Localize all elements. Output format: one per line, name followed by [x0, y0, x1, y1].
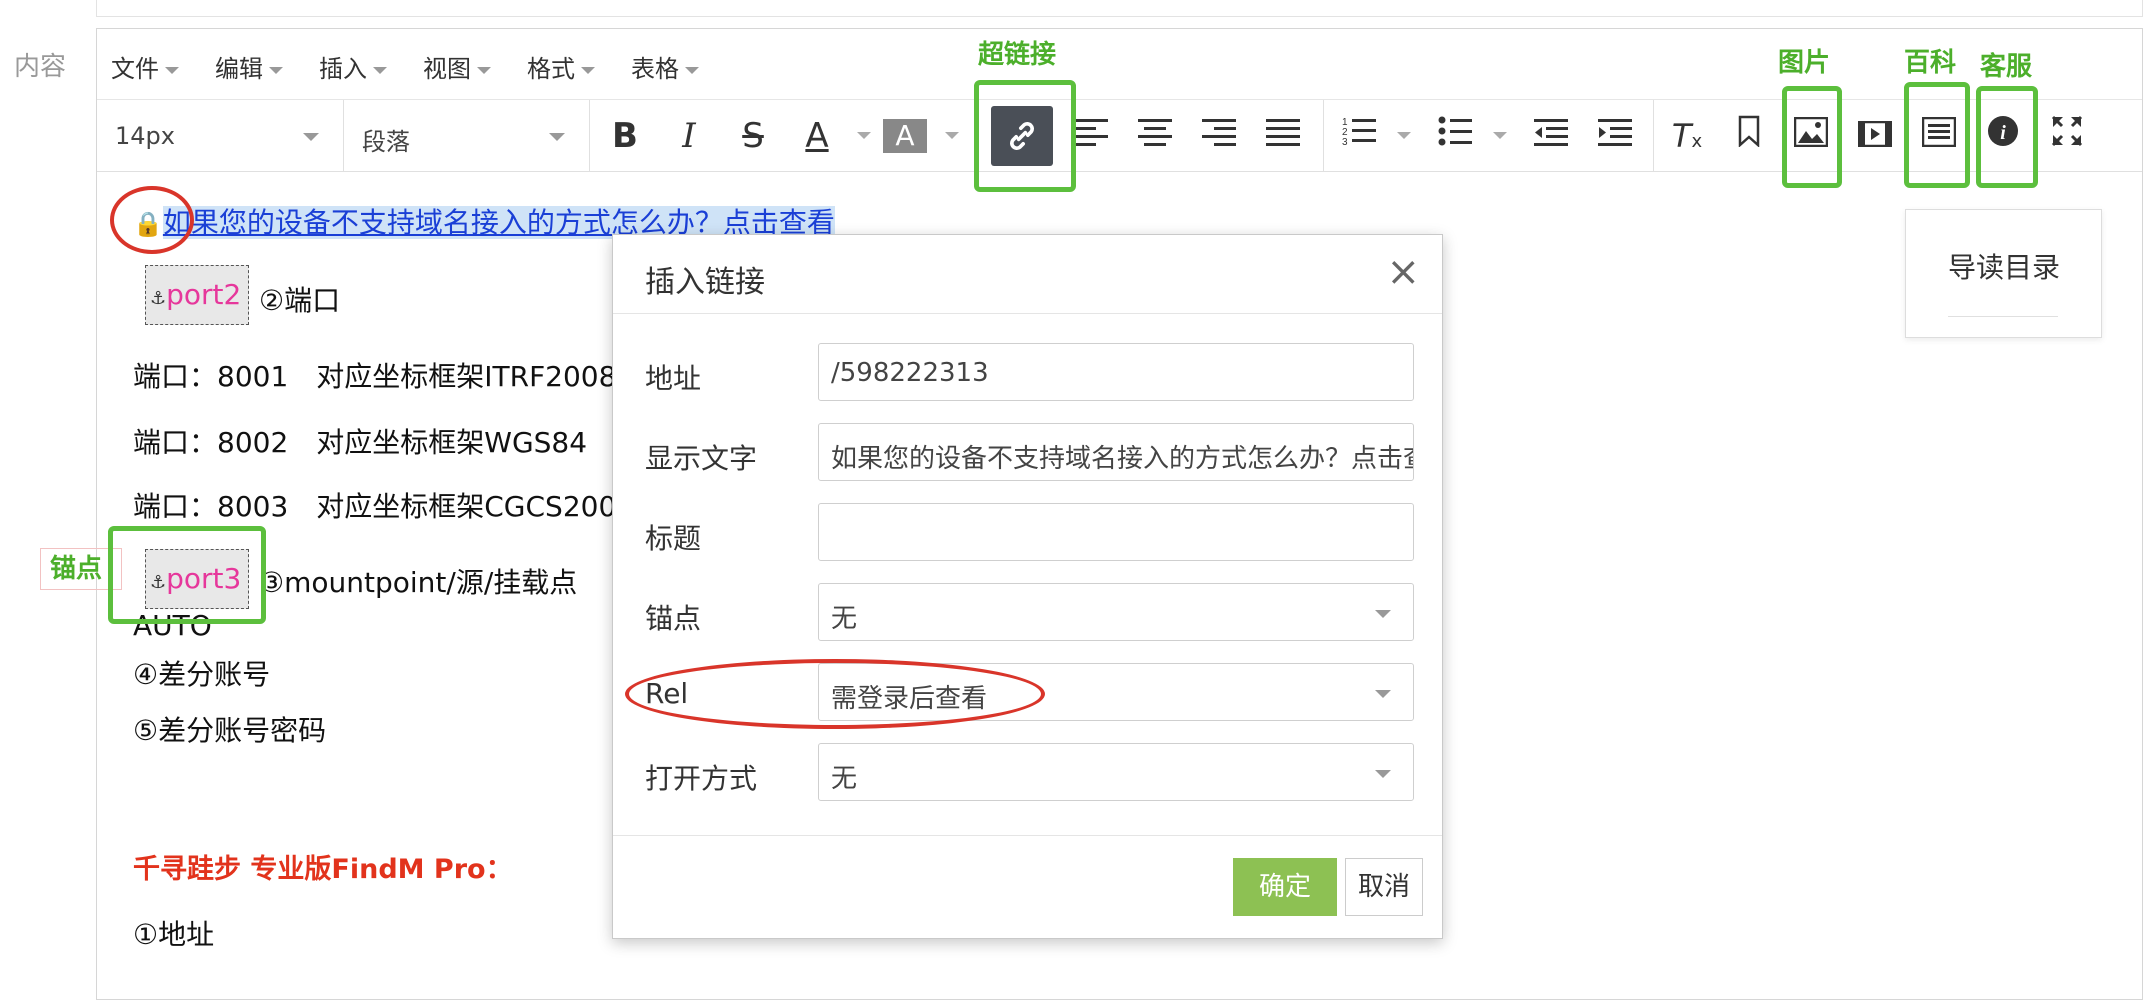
chevron-down-icon — [1375, 690, 1391, 698]
annotation-lock-ellipse — [110, 186, 194, 254]
text-color-icon[interactable]: A — [795, 114, 839, 158]
close-icon[interactable]: × — [1386, 249, 1420, 295]
field-label-content: 内容 — [14, 52, 67, 82]
annotation-rel-ellipse — [625, 659, 1045, 729]
indent-icon[interactable] — [1593, 114, 1637, 158]
title-label: 标题 — [645, 522, 702, 555]
video-icon[interactable] — [1853, 114, 1897, 158]
anchor-label: 锚点 — [645, 602, 702, 635]
align-justify-icon[interactable] — [1261, 114, 1305, 158]
dialog-footer: 确定 取消 — [613, 835, 1442, 939]
strikethrough-icon[interactable]: S — [731, 114, 775, 158]
annotation-image-label: 图片 — [1778, 48, 1831, 78]
content-diff-account: ④差分账号 — [133, 658, 271, 691]
annotation-service-box — [1976, 86, 2038, 188]
display-text-input[interactable]: 如果您的设备不支持域名接入的方式怎么办？点击查看 — [818, 423, 1414, 481]
toolbar-separator — [1653, 100, 1654, 171]
annotation-baike-box — [1904, 82, 1970, 188]
chevron-down-icon — [581, 66, 595, 74]
cancel-button[interactable]: 取消 — [1345, 858, 1423, 916]
anchor-icon: ⚓ — [150, 288, 167, 309]
content-address: ①地址 — [133, 918, 215, 951]
numbered-list-icon[interactable]: 123 — [1337, 114, 1381, 158]
content-diff-password: ⑤差分账号密码 — [133, 714, 327, 747]
numbered-list-dropdown-icon[interactable] — [1397, 132, 1411, 139]
background-color-dropdown-icon[interactable] — [945, 132, 959, 139]
anchor-port2[interactable]: ⚓port2 — [145, 265, 249, 325]
menu-table[interactable]: 表格 — [631, 49, 699, 84]
menu-format-label: 格式 — [527, 55, 575, 83]
annotation-anchor-box — [108, 526, 266, 624]
fullscreen-icon[interactable] — [2045, 114, 2089, 158]
menu-edit[interactable]: 编辑 — [215, 49, 283, 84]
top-border-line — [96, 0, 2143, 17]
confirm-button[interactable]: 确定 — [1233, 858, 1337, 916]
content-port-8001: 端口：8001 对应坐标框架ITRF2008 — [133, 360, 617, 393]
anchor-select[interactable]: 无 — [818, 583, 1414, 641]
bold-icon[interactable]: B — [603, 114, 647, 158]
menu-table-label: 表格 — [631, 55, 679, 83]
dialog-header: 插入链接 × — [613, 235, 1442, 314]
italic-icon[interactable]: I — [667, 114, 711, 158]
annotation-hyperlink-label: 超链接 — [978, 40, 1057, 70]
annotation-baike-label: 百科 — [1904, 48, 1957, 78]
menu-edit-label: 编辑 — [215, 55, 263, 83]
annotation-hyperlink-box — [974, 80, 1076, 192]
content-port-8002: 端口：8002 对应坐标框架WGS84 — [133, 426, 588, 459]
svg-text:3: 3 — [1342, 137, 1348, 147]
text-color-dropdown-icon[interactable] — [857, 132, 871, 139]
chevron-down-icon — [303, 133, 319, 141]
font-size-select[interactable]: 14px — [97, 100, 344, 171]
open-mode-select[interactable]: 无 — [818, 743, 1414, 801]
bullet-list-icon[interactable] — [1433, 114, 1477, 158]
font-size-value: 14px — [115, 122, 175, 150]
chevron-down-icon — [1375, 770, 1391, 778]
align-right-icon[interactable] — [1197, 114, 1241, 158]
url-label: 地址 — [645, 362, 702, 395]
block-format-select[interactable]: 段落 — [344, 100, 590, 171]
chevron-down-icon — [165, 66, 179, 74]
chevron-down-icon — [269, 66, 283, 74]
outdent-icon[interactable] — [1529, 114, 1573, 158]
dialog-title: 插入链接 — [645, 265, 765, 300]
chevron-down-icon — [477, 66, 491, 74]
insert-link-dialog: 插入链接 × 地址 /598222313 显示文字 如果您的设备不支持域名接入的… — [612, 234, 1443, 939]
anchor-select-value: 无 — [831, 604, 858, 634]
menu-insert-label: 插入 — [319, 55, 367, 83]
open-mode-label: 打开方式 — [645, 762, 758, 795]
menu-view[interactable]: 视图 — [423, 49, 491, 84]
chevron-down-icon — [1375, 610, 1391, 618]
open-mode-select-value: 无 — [831, 764, 858, 794]
bookmark-icon[interactable] — [1727, 114, 1771, 158]
annotation-image-box — [1782, 86, 1842, 188]
align-center-icon[interactable] — [1133, 114, 1177, 158]
chevron-down-icon — [373, 66, 387, 74]
bullet-list-dropdown-icon[interactable] — [1493, 132, 1507, 139]
toc-popup-divider — [1948, 316, 2058, 317]
anchor-port2-label: port2 — [166, 278, 242, 311]
menu-format[interactable]: 格式 — [527, 49, 595, 84]
menu-file-label: 文件 — [111, 55, 159, 83]
content-port3-label: ③mountpoint/源/挂载点 — [259, 566, 578, 599]
chevron-down-icon — [685, 66, 699, 74]
url-input[interactable]: /598222313 — [818, 343, 1414, 401]
clear-format-icon[interactable]: Tx — [1665, 114, 1709, 158]
menu-view-label: 视图 — [423, 55, 471, 83]
content-port2-label: ②端口 — [259, 284, 341, 317]
block-format-value: 段落 — [362, 128, 410, 156]
content-port-8003: 端口：8003 对应坐标框架CGCS2000 — [133, 490, 635, 523]
display-text-label: 显示文字 — [645, 442, 758, 475]
toc-popup[interactable]: 导读目录 — [1905, 209, 2102, 338]
toolbar-separator — [1323, 100, 1324, 171]
annotation-anchor-label: 锚点 — [50, 554, 103, 584]
annotation-service-label: 客服 — [1980, 52, 2033, 82]
background-color-icon[interactable]: A — [883, 119, 927, 153]
toc-popup-label[interactable]: 导读目录 — [1948, 246, 2060, 286]
menu-insert[interactable]: 插入 — [319, 49, 387, 84]
menu-file[interactable]: 文件 — [111, 49, 179, 84]
chevron-down-icon — [549, 133, 565, 141]
content-findm-title: 千寻跬步 专业版FindM Pro： — [133, 854, 513, 885]
title-input[interactable] — [818, 503, 1414, 561]
